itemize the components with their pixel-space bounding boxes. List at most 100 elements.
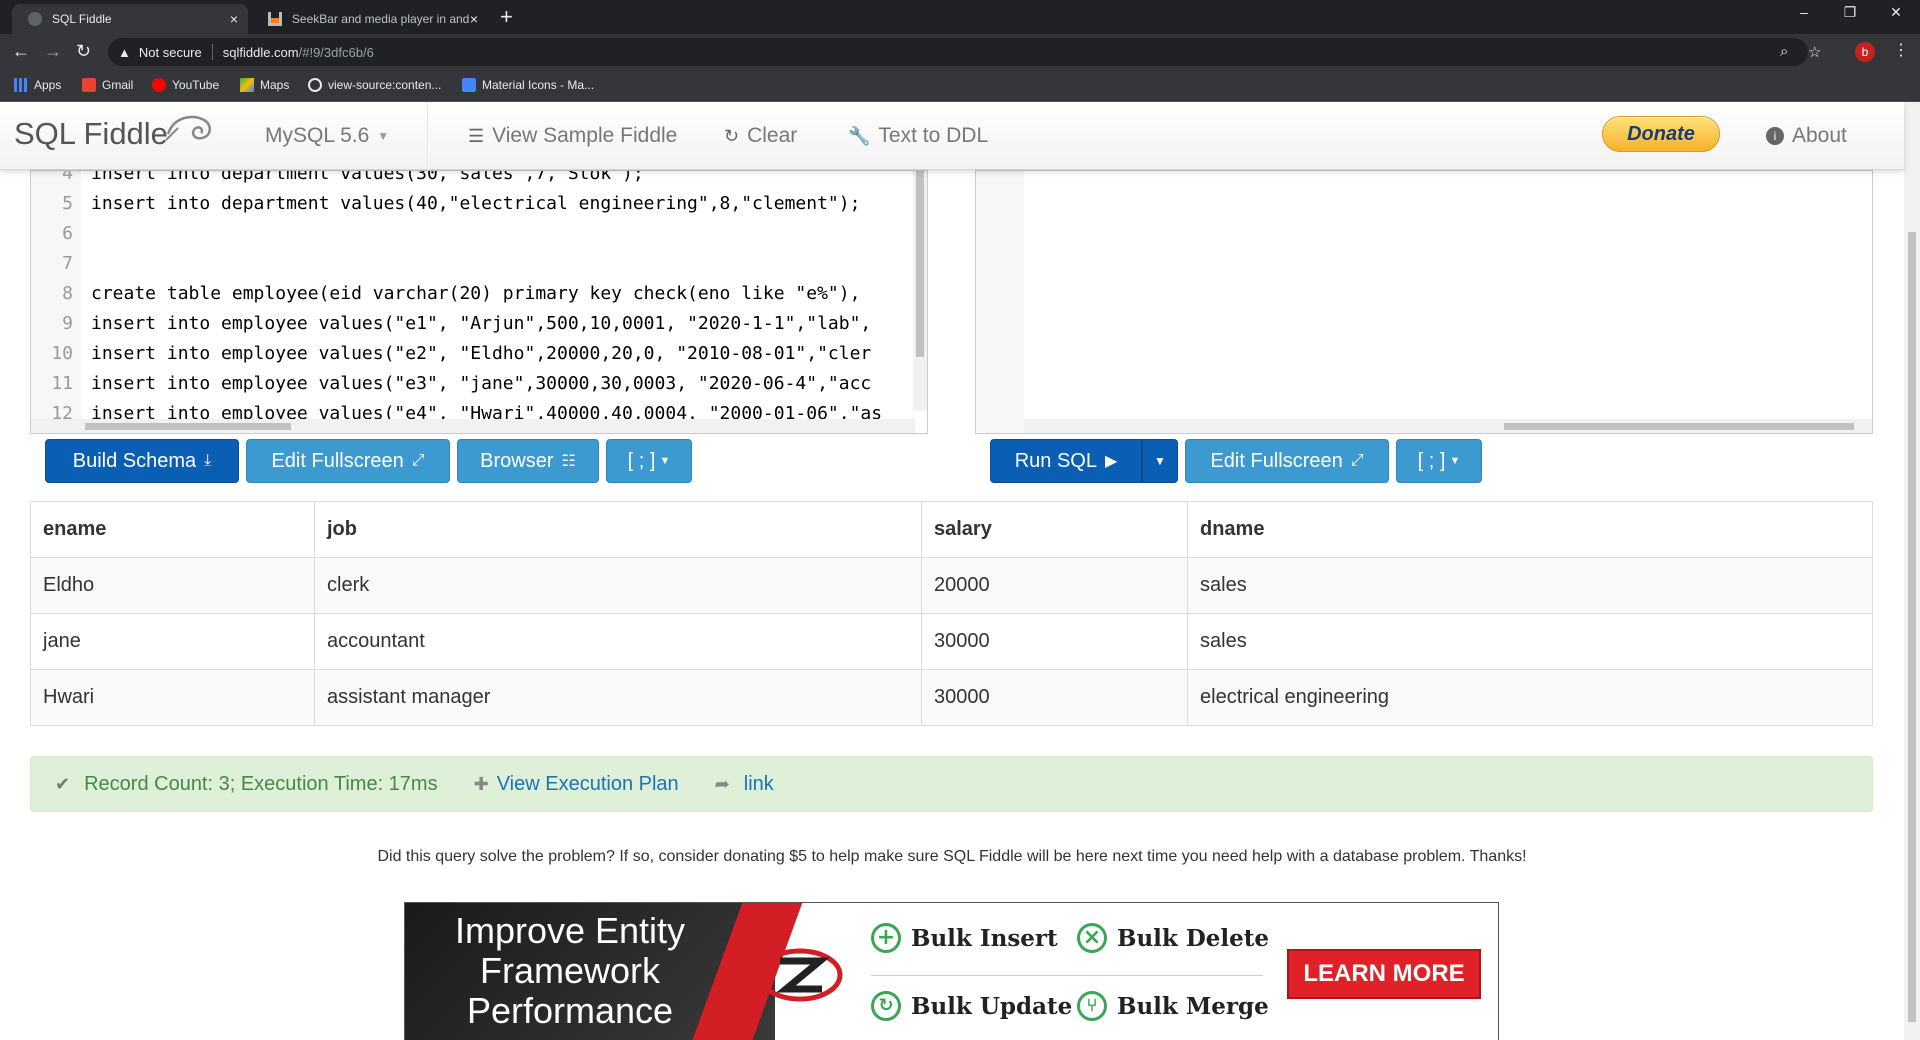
code-line: 9 insert into employee values("e1", "Arju…	[31, 313, 871, 343]
warning-icon: ▲	[118, 44, 131, 60]
query-delimiter-dropdown[interactable]: [ ; ] ▼	[1396, 439, 1482, 483]
back-icon[interactable]: ←	[12, 41, 30, 61]
view-execution-plan-link[interactable]: ✚ View Execution Plan	[474, 773, 679, 796]
bookmark-view-source[interactable]: view-source:conten...	[308, 78, 441, 92]
db-selector-label: MySQL 5.6	[265, 124, 370, 147]
table-cell: assistant manager	[314, 669, 922, 726]
bookmark-label: Maps	[260, 78, 290, 92]
restore-button[interactable]: ❐	[1830, 4, 1870, 21]
nav-label: Text to DDL	[878, 124, 989, 147]
wrench-icon: 🔧	[848, 125, 871, 146]
tab-seekbar[interactable]: SeekBar and media player in andr ×	[252, 4, 488, 34]
query-editor[interactable]	[975, 170, 1873, 434]
code-line: 6	[31, 223, 91, 253]
about-link[interactable]: i About	[1766, 124, 1847, 148]
browser-tab-bar: SQL Fiddle × SeekBar and media player in…	[0, 0, 1920, 34]
security-label: Not secure	[138, 44, 202, 60]
reload-icon[interactable]: ↻	[76, 41, 91, 61]
db-selector[interactable]: MySQL 5.6 ▼	[265, 124, 389, 148]
button-label: Edit Fullscreen	[271, 449, 404, 472]
sqlfiddle-app: SQL Fiddle MySQL 5.6 ▼ ☰ View Sample Fid…	[0, 102, 1920, 1040]
schema-editor[interactable]: 4 insert into department values(30,"sales…	[30, 170, 928, 434]
merge-circle-icon: ⑂	[1077, 991, 1107, 1021]
table-cell: Eldho	[30, 557, 315, 614]
apps-grid-icon	[14, 78, 28, 92]
bookmark-youtube[interactable]: YouTube	[152, 78, 219, 92]
address-bar[interactable]: ▲ Not secure sqlfiddle.com /#!9/3dfc6b/6…	[108, 38, 1821, 66]
clear-link[interactable]: ↻ Clear	[724, 124, 797, 148]
code-text: insert into employee values("e3", "jane"…	[91, 373, 872, 394]
gmail-icon	[82, 78, 96, 92]
bookmark-label: view-source:conten...	[328, 78, 442, 92]
line-number: 5	[62, 193, 73, 214]
zoom-icon[interactable]: ⌕	[1780, 43, 1788, 60]
line-number: 9	[62, 313, 73, 334]
code-line: 4 insert into department values(30,"sales…	[31, 171, 644, 193]
nav-label: View Sample Fiddle	[492, 124, 678, 147]
plus-circle-icon: +	[871, 923, 901, 953]
column-header: salary	[921, 501, 1188, 558]
more-menu-icon[interactable]: ⋮	[1893, 40, 1909, 60]
bookmark-material-icons[interactable]: Material Icons - Ma...	[462, 78, 594, 92]
page-scrollbar[interactable]	[1904, 102, 1920, 1040]
schema-horizontal-scrollbar[interactable]	[31, 419, 915, 433]
profile-avatar[interactable]: b	[1855, 42, 1875, 62]
execution-status-bar: ✔ Record Count: 3; Execution Time: 17ms …	[30, 756, 1873, 812]
view-sample-fiddle-link[interactable]: ☰ View Sample Fiddle	[468, 124, 677, 148]
ad-feature-bulk-update: ↻ Bulk Update	[871, 991, 1072, 1021]
permalink-link[interactable]: ➦ link	[715, 773, 774, 796]
text-to-ddl-link[interactable]: 🔧 Text to DDL	[848, 124, 988, 148]
column-header: ename	[30, 501, 315, 558]
download-icon: ⤓	[204, 452, 212, 469]
divider	[211, 44, 213, 60]
ad-title-line: Improve Entity	[454, 910, 686, 951]
feature-label: Bulk Update	[911, 992, 1073, 1020]
schema-vertical-scrollbar[interactable]	[913, 171, 927, 411]
schema-delimiter-dropdown[interactable]: [ ; ] ▼	[606, 439, 692, 483]
donate-button[interactable]: Donate	[1602, 116, 1720, 152]
star-icon[interactable]: ☆	[1808, 43, 1821, 61]
advertisement-banner[interactable]: Improve Entity Framework Performance + B…	[404, 902, 1499, 1040]
minimize-button[interactable]: –	[1784, 4, 1824, 20]
forward-icon[interactable]: →	[44, 41, 62, 61]
x-circle-icon: ×	[1077, 923, 1107, 953]
donate-message: Did this query solve the problem? If so,…	[377, 848, 1527, 865]
refresh-icon: ↻	[724, 125, 740, 146]
button-label: Browser	[480, 449, 554, 472]
line-number: 11	[51, 373, 73, 394]
line-number: 8	[62, 283, 73, 304]
bookmark-apps[interactable]: Apps	[14, 78, 61, 92]
code-line: 7	[31, 253, 91, 283]
close-window-button[interactable]: ✕	[1876, 4, 1916, 21]
query-horizontal-scrollbar[interactable]	[1024, 419, 1872, 433]
close-tab-icon[interactable]: ×	[470, 11, 478, 27]
brand-title[interactable]: SQL Fiddle	[14, 116, 168, 152]
browser-button[interactable]: Browser ☷	[457, 439, 599, 483]
nav-label: About	[1792, 124, 1847, 147]
new-tab-button[interactable]: +	[500, 6, 513, 28]
close-tab-icon[interactable]: ×	[230, 11, 238, 27]
table-cell: 20000	[921, 557, 1188, 614]
run-sql-button[interactable]: Run SQL ▶	[990, 439, 1142, 483]
table-cell: Hwari	[30, 669, 315, 726]
code-text: insert into employee values("e2", "Eldho…	[91, 343, 872, 364]
url-path: /#!9/3dfc6b/6	[298, 44, 374, 60]
url-host: sqlfiddle.com	[222, 44, 299, 60]
build-schema-button[interactable]: Build Schema ⤓	[45, 439, 239, 483]
table-cell: electrical engineering	[1187, 669, 1873, 726]
table-cell: jane	[30, 613, 315, 670]
table-cell: clerk	[314, 557, 922, 614]
ad-feature-bulk-merge: ⑂ Bulk Merge	[1077, 991, 1269, 1021]
table-cell: 30000	[921, 669, 1188, 726]
tab-sql-fiddle[interactable]: SQL Fiddle ×	[12, 4, 248, 34]
expand-icon: ⤢	[411, 452, 425, 469]
schema-edit-fullscreen-button[interactable]: Edit Fullscreen ⤢	[246, 439, 450, 483]
learn-more-button[interactable]: LEARN MORE	[1287, 949, 1481, 999]
run-sql-dropdown[interactable]: ▼	[1142, 439, 1178, 483]
bookmark-gmail[interactable]: Gmail	[82, 78, 133, 92]
query-edit-fullscreen-button[interactable]: Edit Fullscreen ⤢	[1185, 439, 1389, 483]
ad-feature-bulk-insert: + Bulk Insert	[871, 923, 1058, 953]
bookmark-maps[interactable]: Maps	[240, 78, 289, 92]
ad-title: Improve Entity Framework Performance	[405, 911, 735, 1031]
link-label: link	[743, 772, 774, 795]
